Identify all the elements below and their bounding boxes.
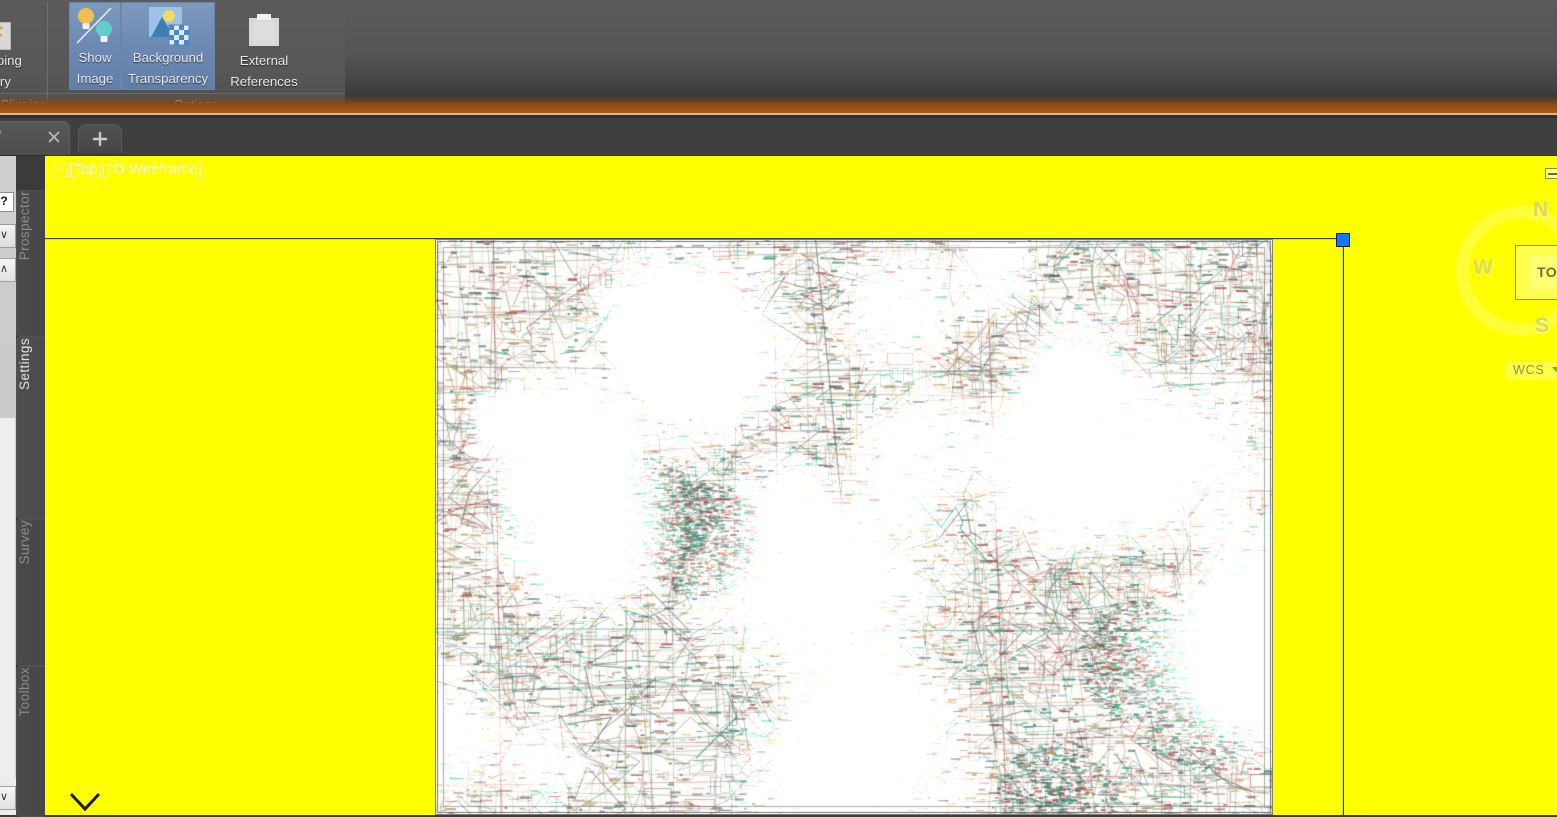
crosshair-cursor [67,792,103,815]
viewcube[interactable]: N W S TOP [1450,198,1557,346]
sidebar-item-toolbox[interactable]: Toolbox [16,666,46,817]
sidebar-item-label: Toolbox [17,667,32,717]
ribbon-accent-bar [0,96,1557,114]
background-transparency-label-1: Background [132,50,204,65]
background-transparency-icon [143,5,193,47]
new-drawing-tab-button[interactable] [78,124,122,153]
drawing-canvas[interactable]: [−][Top][2D Wireframe] N W S TOP WCS [45,156,1557,815]
sidebar-item-label: Survey [17,520,32,565]
palette-scroll-up-button[interactable]: ∧ [0,258,16,282]
clipping-boundary-icon [0,4,11,50]
panel-divider [47,93,345,94]
clipboard-glyph [249,14,279,46]
drawing-tab-label: * [0,127,2,141]
drawing-tab[interactable]: * [0,121,70,155]
show-image-icon [73,5,117,47]
viewcube-south-label: S [1535,314,1550,337]
create-clipping-boundary-label-2: dary [0,74,11,89]
viewport-label[interactable]: [−][Top][2D Wireframe] [52,162,202,178]
sidebar-item-label: Settings [17,338,32,390]
ucs-label: WCS [1513,363,1545,377]
image-checker-glyph [149,7,190,46]
help-button[interactable]: ? [0,192,14,212]
external-references-label-2: References [230,74,298,89]
sidebar-item-settings[interactable]: Settings [16,337,46,519]
sidebar-item-label: Prospector [17,191,32,261]
palette-scroll-down-button[interactable]: ∨ [0,786,16,810]
palette-collapse-button[interactable]: ∨ [0,224,16,248]
plus-icon [92,131,108,147]
background-transparency-button[interactable]: Background Transparency [121,2,215,90]
ucs-selector[interactable]: WCS [1505,361,1557,380]
ribbon-accent-line [0,113,1557,115]
chevron-down-icon [1551,367,1557,373]
attached-raster-image[interactable] [435,239,1273,815]
lightbulbs-glyph [76,7,112,44]
toolspace-palette: ? ∨ ∧ ∨ Prospector Settings Survey Toolb… [0,156,46,817]
drawing-tabbar: * [0,118,1557,156]
show-image-label-2: Image [76,71,114,86]
autocad-window: Clipping Clipping dary [0,0,1557,817]
ribbon: Clipping Clipping dary [0,0,1557,118]
sunburst-glyph [0,26,3,37]
sidebar-item-prospector[interactable]: Prospector [16,190,46,337]
viewport-minimize-button[interactable] [1545,168,1557,179]
external-references-button[interactable]: External References [217,2,311,92]
viewcube-west-label: W [1473,256,1493,279]
viewcube-top-face[interactable]: TOP [1515,245,1557,300]
external-references-icon [244,4,284,50]
background-transparency-label-2: Transparency [127,71,209,86]
create-clipping-boundary-label-1: Clipping [0,53,22,68]
palette-scrollbar-track[interactable] [0,418,16,778]
create-clipping-boundary-button[interactable]: Clipping dary [0,2,44,92]
raster-artwork [435,239,1273,815]
sidebar-item-survey[interactable]: Survey [16,519,46,666]
selection-grip[interactable] [1336,233,1350,247]
show-image-label-1: Show [78,50,112,65]
panel-divider [0,93,47,94]
close-icon[interactable] [47,130,61,144]
show-image-button[interactable]: Show Image [69,2,121,90]
external-references-label-1: External [239,53,289,68]
viewcube-north-label: N [1533,198,1549,221]
viewcube-top-label: TOP [1536,264,1557,281]
